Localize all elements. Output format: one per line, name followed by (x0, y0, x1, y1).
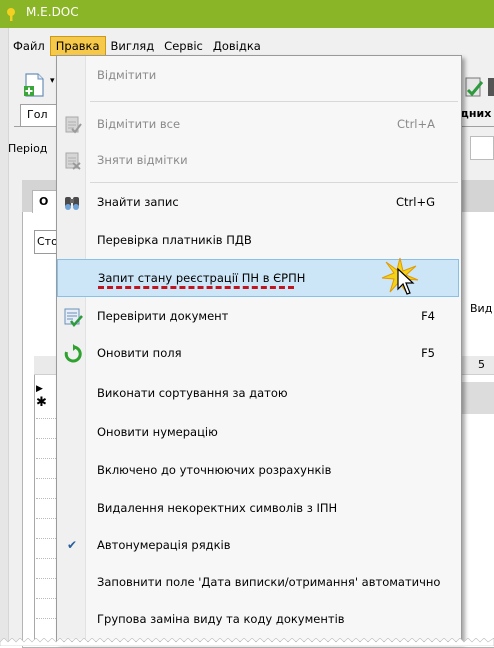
window-left-border (0, 28, 9, 646)
menu-item-sort-by-date[interactable]: Виконати сортування за датою (57, 375, 459, 411)
new-row-icon: ✱ (36, 395, 47, 410)
refresh-icon (64, 344, 82, 363)
period-label: Період (8, 142, 48, 155)
menu-item-mark[interactable]: Відмітити (57, 57, 459, 93)
selected-row-cell[interactable] (458, 382, 494, 414)
menu-item-shortcut: F5 (421, 346, 435, 360)
menu-item-label: Зняти відмітки (97, 153, 188, 167)
menu-item-clarifying-calculations[interactable]: Включено до уточнюючих розрахунків (57, 452, 459, 488)
menu-item-label: Автонумерація рядків (97, 538, 231, 552)
menu-item-shortcut: F4 (421, 309, 435, 323)
grid-row-line (36, 518, 58, 519)
grid-row-line (36, 458, 58, 459)
grid-row-line (36, 598, 58, 599)
window-title: M.E.DOC (26, 5, 79, 19)
torn-edge-decoration (0, 638, 494, 646)
menu-edit[interactable]: Правка (49, 36, 106, 56)
new-dropdown-arrow-icon[interactable]: ▾ (50, 76, 55, 86)
menu-help[interactable]: Довідка (208, 36, 266, 56)
uncheck-icon (65, 152, 81, 170)
menu-item-label: Групова заміна виду та коду документів (97, 612, 345, 626)
menu-item-renumber[interactable]: Оновити нумерацію (57, 414, 459, 450)
grid-row-line (36, 578, 58, 579)
menu-item-unmark[interactable]: Зняти відмітки (57, 142, 459, 178)
menu-service[interactable]: Сервіс (159, 36, 208, 56)
checkmark-icon: ✔ (67, 538, 78, 552)
grid-row-line (36, 438, 58, 439)
menu-item-shortcut: Ctrl+A (397, 117, 435, 131)
grid-row-line (36, 418, 58, 419)
period-field[interactable] (470, 136, 494, 160)
grid-row-line (36, 618, 58, 619)
menu-separator (90, 182, 458, 183)
menu-item-label: Оновити поля (97, 346, 182, 360)
app-logo-icon (7, 8, 15, 21)
menu-item-label: Перевірка платників ПДВ (97, 233, 252, 247)
check-all-icon (65, 116, 82, 134)
menu-item-auto-numbering[interactable]: ✔ Автонумерація рядків (57, 527, 459, 563)
new-document-icon[interactable] (22, 72, 48, 98)
column-header-vid[interactable]: Вид (470, 302, 492, 315)
menu-item-label: Видалення некоректних символів з ІПН (97, 501, 338, 515)
title-bar: M.E.DOC (0, 0, 494, 28)
mouse-cursor-icon (397, 268, 415, 295)
menu-item-group-replace-type[interactable]: Групова заміна виду та коду документів (57, 601, 459, 637)
menu-item-shortcut: Ctrl+G (395, 195, 435, 209)
menu-item-label: Знайти запис (97, 195, 179, 209)
column-number-cell: 5 (478, 358, 485, 371)
tab-main-label: Гол (27, 108, 48, 121)
menu-item-fill-issue-date[interactable]: Заповнити поле 'Дата виписки/отримання' … (57, 564, 459, 600)
menu-bar: Файл Правка Вигляд Сервіс Довідка (8, 36, 266, 56)
binoculars-icon (65, 197, 79, 210)
menu-item-label: Оновити нумерацію (97, 425, 218, 439)
menu-item-find-record[interactable]: Знайти запис Ctrl+G (57, 184, 459, 220)
menu-item-label: Виконати сортування за датою (97, 386, 288, 400)
panel-tab-label: О (39, 195, 49, 208)
highlight-underline (98, 286, 294, 289)
menu-item-label: Відмітити (97, 68, 157, 82)
menu-item-label: Запит стану реєстрації ПН в ЄРПН (98, 271, 306, 285)
menu-file[interactable]: Файл (8, 36, 50, 56)
menu-item-label: Відмітити все (97, 117, 181, 131)
menu-item-erpn-request[interactable]: Запит стану реєстрації ПН в ЄРПН (57, 257, 459, 297)
menu-item-check-document[interactable]: Перевірити документ F4 (57, 298, 459, 334)
grid-row-line (36, 538, 58, 539)
toolbar-document-icon[interactable] (464, 76, 484, 98)
grid-row-line (36, 478, 58, 479)
menu-view[interactable]: Вигляд (106, 36, 160, 56)
menu-item-mark-all[interactable]: Відмітити все Ctrl+A (57, 106, 459, 142)
menu-item-vat-payers-check[interactable]: Перевірка платників ПДВ (57, 222, 459, 258)
page-combo-value: Сто (37, 235, 58, 248)
check-document-icon (64, 308, 83, 327)
tab-incoming-label: дних (460, 107, 492, 120)
menu-item-label: Включено до уточнюючих розрахунків (97, 463, 332, 477)
menu-item-label: Заповнити поле 'Дата виписки/отримання' … (97, 575, 441, 589)
menu-item-refresh-fields[interactable]: Оновити поля F5 (57, 335, 459, 371)
grid-row-line (36, 558, 58, 559)
menu-item-label: Перевірити документ (97, 309, 229, 323)
menu-separator (90, 101, 458, 102)
menu-item-remove-invalid-chars[interactable]: Видалення некоректних символів з ІПН (57, 490, 459, 526)
grid-row-line (36, 498, 58, 499)
toolbar-overflow-icon[interactable] (486, 76, 494, 98)
